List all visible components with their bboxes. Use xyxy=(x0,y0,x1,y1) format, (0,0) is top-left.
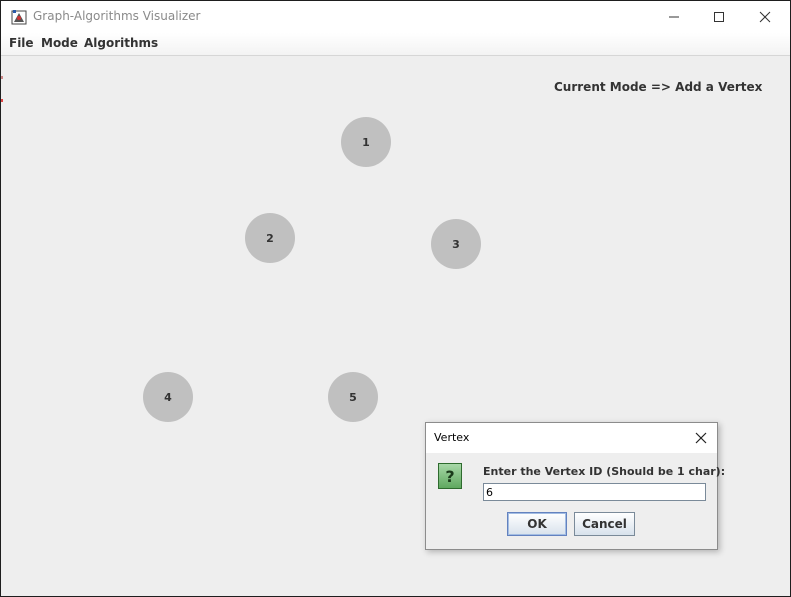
menu-algorithms[interactable]: Algorithms xyxy=(84,36,158,50)
vertex-node[interactable]: 2 xyxy=(245,213,295,263)
vertex-id-input[interactable] xyxy=(483,483,706,501)
question-icon: ? xyxy=(438,463,462,489)
app-window: Graph-Algorithms Visualizer File Mode Al… xyxy=(0,0,791,597)
dialog-close-button[interactable] xyxy=(689,426,713,450)
title-bar[interactable]: Graph-Algorithms Visualizer xyxy=(1,1,790,33)
menu-bar: File Mode Algorithms xyxy=(1,33,790,56)
dialog-title-bar[interactable]: Vertex xyxy=(426,423,717,453)
dialog-prompt: Enter the Vertex ID (Should be 1 char): xyxy=(483,465,726,478)
close-icon xyxy=(695,429,707,448)
minimize-button[interactable] xyxy=(651,1,697,33)
cancel-button[interactable]: Cancel xyxy=(574,512,635,536)
vertex-label: 1 xyxy=(362,135,370,149)
minimize-icon xyxy=(668,11,680,23)
app-icon xyxy=(11,9,27,25)
maximize-button[interactable] xyxy=(696,1,742,33)
edge-artifact xyxy=(1,99,3,102)
window-title: Graph-Algorithms Visualizer xyxy=(33,9,201,23)
edge-artifact xyxy=(1,76,3,79)
ok-button-label: OK xyxy=(527,517,547,531)
close-icon xyxy=(759,11,771,23)
vertex-dialog: Vertex ? Enter the Vertex ID (Should be … xyxy=(425,422,725,550)
menu-file[interactable]: File xyxy=(9,36,34,50)
vertex-label: 4 xyxy=(164,390,172,404)
vertex-label: 5 xyxy=(349,390,357,404)
cancel-button-label: Cancel xyxy=(582,517,627,531)
current-mode-label: Current Mode => Add a Vertex xyxy=(554,80,763,94)
menu-mode[interactable]: Mode xyxy=(41,36,78,50)
close-button[interactable] xyxy=(742,1,788,33)
dialog-title: Vertex xyxy=(434,431,470,444)
ok-button[interactable]: OK xyxy=(507,512,567,536)
maximize-icon xyxy=(713,11,725,23)
vertex-node[interactable]: 4 xyxy=(143,372,193,422)
vertex-node[interactable]: 5 xyxy=(328,372,378,422)
vertex-node[interactable]: 3 xyxy=(431,219,481,269)
vertex-label: 3 xyxy=(452,237,460,251)
vertex-node[interactable]: 1 xyxy=(341,117,391,167)
vertex-label: 2 xyxy=(266,231,274,245)
